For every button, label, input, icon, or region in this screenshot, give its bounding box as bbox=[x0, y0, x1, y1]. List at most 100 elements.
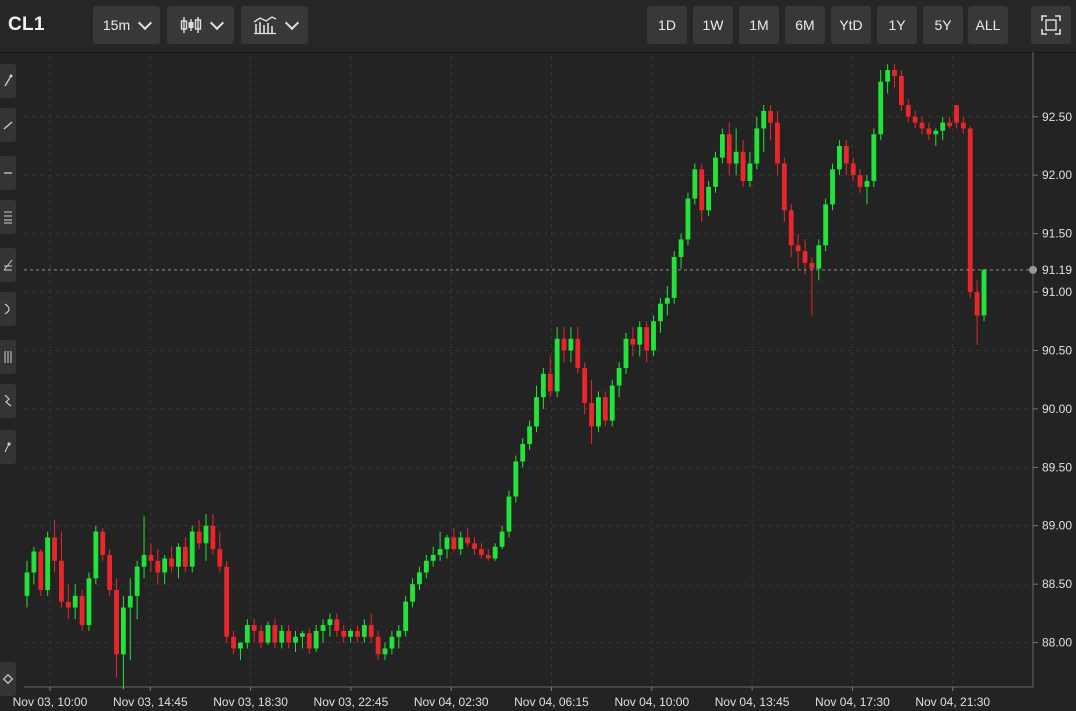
range-button-1w[interactable]: 1W bbox=[693, 6, 733, 44]
candle-body bbox=[850, 163, 856, 176]
candle-body bbox=[86, 578, 92, 626]
chevron-down-icon bbox=[284, 15, 299, 30]
y-tick-label: 91.00 bbox=[1042, 285, 1072, 299]
candle-body bbox=[238, 642, 243, 649]
gann-tool[interactable] bbox=[0, 340, 16, 374]
candle-body bbox=[885, 70, 891, 82]
candle-body bbox=[93, 531, 99, 579]
candle-body bbox=[788, 210, 794, 246]
candle-body bbox=[313, 630, 319, 649]
x-tick-label: Nov 03, 14:45 bbox=[113, 695, 188, 709]
candle-body bbox=[444, 537, 450, 550]
candle-body bbox=[410, 584, 415, 602]
candle-body bbox=[740, 151, 746, 182]
horizontal-line-tool[interactable] bbox=[0, 156, 16, 190]
candle-body bbox=[299, 633, 305, 637]
top-toolbar: CL1 15m 1D 1W 1M 6M YtD 1Y 5Y ALL bbox=[0, 0, 1076, 53]
candle-body bbox=[59, 560, 64, 602]
candle-body bbox=[478, 549, 484, 555]
arc-icon bbox=[4, 303, 10, 315]
candle-body bbox=[24, 572, 30, 596]
x-tick-label: Nov 03, 18:30 bbox=[213, 695, 288, 709]
candle-body bbox=[644, 327, 650, 351]
y-tick-label: 90.50 bbox=[1042, 343, 1072, 357]
candle-body bbox=[843, 145, 849, 164]
pitchfork-icon bbox=[3, 259, 13, 271]
y-tick-label: 92.00 bbox=[1042, 168, 1072, 182]
wave-tool[interactable] bbox=[0, 384, 16, 418]
range-button-all[interactable]: ALL bbox=[968, 6, 1008, 44]
chevron-down-icon bbox=[209, 15, 224, 30]
candle-body bbox=[568, 338, 574, 351]
candle-body bbox=[520, 443, 526, 462]
x-tick-label: Nov 04, 10:00 bbox=[614, 695, 689, 709]
candle-body bbox=[472, 543, 477, 550]
candle-body bbox=[802, 251, 808, 263]
candle-body bbox=[114, 590, 119, 655]
candle-body bbox=[816, 245, 822, 269]
candle-body bbox=[196, 531, 202, 544]
fib-icon bbox=[4, 211, 12, 224]
range-button-ytd[interactable]: YtD bbox=[831, 6, 871, 44]
fullscreen-button[interactable] bbox=[1031, 6, 1071, 44]
candle-body bbox=[389, 636, 395, 649]
candle-body bbox=[368, 625, 374, 637]
candle-body bbox=[534, 397, 539, 427]
candle-body bbox=[403, 601, 409, 631]
candle-body bbox=[437, 549, 443, 555]
range-button-1y[interactable]: 1Y bbox=[877, 6, 917, 44]
interval-dropdown[interactable]: 15m bbox=[93, 6, 160, 44]
candle-body bbox=[492, 546, 498, 559]
candle-body bbox=[671, 256, 677, 298]
candle-body bbox=[878, 81, 884, 135]
y-tick-label: 88.00 bbox=[1042, 636, 1072, 650]
candle-body bbox=[547, 373, 553, 392]
range-button-1m[interactable]: 1M bbox=[739, 6, 779, 44]
fullscreen-icon bbox=[1041, 15, 1061, 35]
candle-body bbox=[609, 385, 615, 421]
candle-body bbox=[589, 403, 594, 427]
candle-body bbox=[706, 186, 712, 211]
candle-body bbox=[293, 636, 298, 643]
candle-body bbox=[169, 558, 174, 567]
candlestick-icon bbox=[180, 17, 201, 33]
candle-body bbox=[423, 560, 429, 573]
candle-body bbox=[162, 558, 168, 573]
candle-body bbox=[348, 630, 353, 637]
candle-body bbox=[148, 554, 154, 561]
candle-body bbox=[31, 551, 37, 573]
candle-body bbox=[637, 327, 643, 345]
trendline-tool[interactable] bbox=[0, 64, 16, 98]
y-tick-label: 92.50 bbox=[1042, 110, 1072, 124]
candle-body bbox=[430, 554, 436, 561]
candle-body bbox=[127, 595, 133, 608]
candle-body bbox=[809, 262, 815, 269]
range-button-6m[interactable]: 6M bbox=[785, 6, 825, 44]
fib-tool[interactable] bbox=[0, 200, 16, 234]
price-chart[interactable]: 88.00 88.50 89.00 89.50 90.00 90.50 91.00 91.50… bbox=[0, 52, 1076, 711]
candle-body bbox=[155, 560, 161, 573]
candle-body bbox=[616, 367, 622, 386]
wave-icon bbox=[4, 394, 12, 407]
indicators-dropdown[interactable] bbox=[241, 6, 308, 44]
candle-body bbox=[272, 625, 278, 643]
cycle-icon bbox=[4, 442, 11, 453]
arc-tool[interactable] bbox=[0, 292, 16, 326]
candle-body bbox=[960, 122, 966, 129]
y-tick-label: 90.00 bbox=[1042, 402, 1072, 416]
candle-body bbox=[678, 239, 684, 257]
range-button-5y[interactable]: 5Y bbox=[923, 6, 963, 44]
candle-body bbox=[699, 169, 705, 211]
eraser-tool[interactable] bbox=[0, 662, 16, 696]
candle-body bbox=[554, 338, 560, 392]
candle-body bbox=[582, 367, 588, 404]
chart-type-dropdown[interactable] bbox=[167, 6, 234, 44]
candle-body bbox=[658, 303, 663, 322]
x-tick-label: Nov 04, 06:15 bbox=[514, 695, 589, 709]
candle-body bbox=[176, 546, 181, 567]
candle-body bbox=[692, 169, 698, 199]
cycle-tool[interactable] bbox=[0, 430, 16, 464]
ray-tool[interactable] bbox=[0, 108, 16, 142]
pitchfork-tool[interactable] bbox=[0, 248, 16, 282]
range-button-1d[interactable]: 1D bbox=[647, 6, 687, 44]
